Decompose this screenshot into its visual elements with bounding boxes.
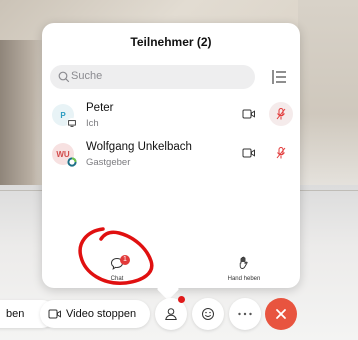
participant-role: Ich [86,118,99,129]
video-camera-icon[interactable] [242,108,256,120]
microphone-muted-icon [276,147,286,159]
chat-button[interactable]: 1 Chat [82,255,152,285]
host-icon [67,157,77,167]
participants-panel: Teilnehmer (2) Suche P Peter Ich WU Wolf… [42,23,300,288]
close-icon [276,309,286,319]
stop-video-label: Video stoppen [66,308,137,320]
chat-label: Chat [110,276,124,282]
microphone-muted-icon [276,108,286,120]
mute-toggle-button[interactable] [269,102,293,126]
participant-row[interactable]: WU Wolfgang Unkelbach Gastgeber [42,138,300,174]
chat-unread-badge: 1 [120,255,130,265]
video-camera-icon [48,309,61,319]
panel-title: Teilnehmer (2) [130,35,212,49]
more-dots-icon [238,312,252,316]
reactions-button[interactable] [192,298,224,330]
participant-row[interactable]: P Peter Ich [42,99,300,135]
search-input[interactable]: Suche [50,65,255,89]
hand-icon [239,256,248,269]
smiley-icon [202,308,214,320]
camera-background-shadow [0,40,45,190]
sort-list-icon[interactable] [270,68,288,86]
participant-name: Peter [86,102,114,114]
host-badge [67,157,77,167]
participant-name: Wolfgang Unkelbach [86,141,192,153]
video-camera-icon[interactable] [242,147,256,159]
mute-toggle-button[interactable] [269,141,293,165]
monitor-icon [68,119,76,127]
person-icon [165,308,177,320]
raise-hand-button[interactable]: Hand heben [209,255,279,285]
participant-role: Gastgeber [86,157,131,168]
stop-video-button[interactable]: Video stoppen [40,300,150,328]
background-line [0,190,42,191]
search-icon [58,71,70,83]
leave-meeting-button[interactable] [265,298,297,330]
screen-share-badge [67,118,77,128]
search-placeholder: Suche [71,70,103,82]
background-line [300,190,358,191]
raise-hand-label: Hand heben [227,276,261,282]
audio-button-label: ben [6,308,25,320]
notification-dot [178,296,185,303]
more-options-button[interactable] [229,298,261,330]
camera-background-right [298,0,358,190]
